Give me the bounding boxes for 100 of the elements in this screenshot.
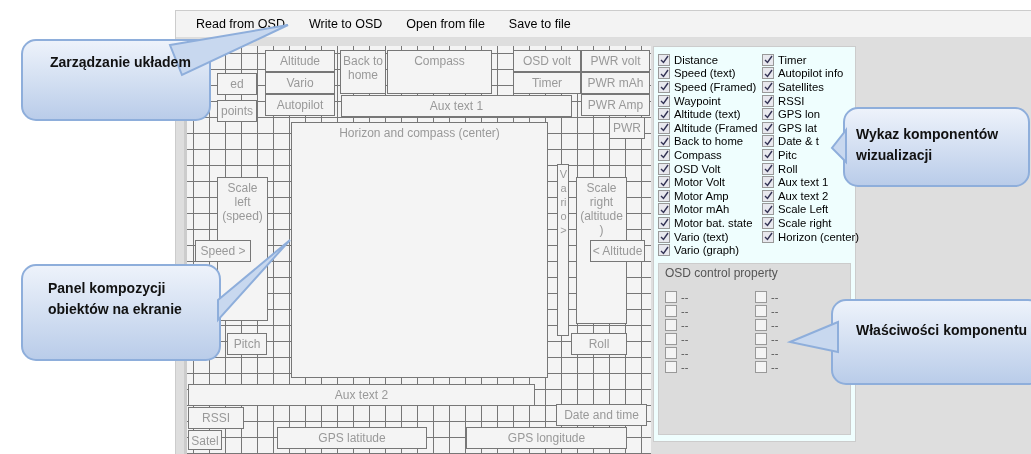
checkbox[interactable]	[658, 121, 670, 134]
osd-element[interactable]: PWR mAh	[581, 72, 650, 94]
checkbox-label: OSD Volt	[674, 162, 721, 175]
checkbox-label: Distance	[674, 53, 718, 66]
osd-element[interactable]: PWR	[609, 117, 645, 139]
checkbox-label: Timer	[778, 53, 807, 66]
osd-element[interactable]: RSSI	[188, 407, 244, 429]
osd-element[interactable]: Timer	[513, 72, 581, 94]
checkbox[interactable]	[762, 121, 774, 134]
checkbox-label: RSSI	[778, 94, 805, 107]
checkbox-label: Date & t	[778, 135, 819, 148]
checkbox[interactable]	[658, 148, 670, 161]
checkbox[interactable]	[755, 290, 767, 303]
checkbox-label: GPS lon	[778, 108, 821, 121]
checkbox[interactable]	[665, 318, 677, 331]
checkbox[interactable]	[762, 230, 774, 243]
osd-element[interactable]: points	[217, 100, 257, 122]
callout-text: Wykaz komponentów wizualizacji	[856, 125, 1000, 165]
checkbox[interactable]	[762, 94, 774, 107]
checkbox[interactable]	[755, 346, 767, 359]
checkbox[interactable]	[665, 360, 677, 373]
checkbox-label: Satellites	[778, 81, 824, 93]
checkbox-label: Motor mAh	[674, 203, 730, 216]
checkbox[interactable]	[755, 360, 767, 373]
checkbox-label: --	[681, 332, 689, 345]
checkbox[interactable]	[762, 189, 774, 202]
checkbox-label: --	[771, 318, 779, 331]
checkbox[interactable]	[658, 216, 670, 229]
checkbox[interactable]	[762, 176, 774, 189]
checkbox-label: Vario (graph)	[674, 244, 740, 257]
checkbox[interactable]	[658, 203, 670, 216]
checkbox-label: Back to home	[674, 135, 744, 148]
osd-element[interactable]: Altitude	[265, 50, 335, 72]
osd-element[interactable]: PWR Amp	[581, 94, 650, 116]
osd-element[interactable]: Aux text 2	[188, 384, 535, 406]
checkbox-label: Vario (text)	[674, 230, 729, 243]
osd-element[interactable]: Roll	[571, 333, 627, 355]
checkbox[interactable]	[658, 162, 670, 175]
checkbox[interactable]	[762, 81, 774, 93]
checkbox[interactable]	[762, 108, 774, 121]
osd-element[interactable]: Back to home	[340, 50, 386, 94]
osd-element[interactable]: Satel	[188, 430, 222, 450]
osd-element[interactable]: < Altitude	[590, 240, 645, 262]
checkbox-label: --	[681, 360, 689, 373]
checkbox[interactable]	[762, 162, 774, 175]
checkbox[interactable]	[762, 203, 774, 216]
checkbox[interactable]	[658, 53, 670, 66]
checkbox-label: --	[681, 290, 689, 303]
osd-element[interactable]: Vario >	[557, 164, 569, 336]
osd-element[interactable]: Autopilot	[265, 94, 335, 116]
checkbox-label: --	[771, 290, 779, 303]
checkbox[interactable]	[658, 244, 670, 257]
checkbox[interactable]	[658, 108, 670, 121]
checkbox[interactable]	[665, 304, 677, 317]
checkbox-label: --	[681, 304, 689, 317]
osd-element[interactable]: Pitch	[227, 333, 267, 355]
checkbox-label: Aux text 1	[778, 176, 829, 189]
osd-element[interactable]: GPS longitude	[466, 427, 627, 449]
checkbox-label: Pitc	[778, 148, 797, 161]
checkbox[interactable]	[665, 346, 677, 359]
checkbox-label: Waypoint	[674, 94, 721, 107]
checkbox[interactable]	[762, 216, 774, 229]
checkbox-label: Motor Volt	[674, 176, 725, 189]
osd-element[interactable]: Compass	[387, 50, 492, 94]
osd-element[interactable]: Vario	[265, 72, 335, 94]
menu-item[interactable]: Write to OSD	[298, 17, 393, 31]
osd-element[interactable]: ed	[217, 73, 257, 95]
checkbox[interactable]	[762, 135, 774, 148]
checkbox-label: --	[771, 332, 779, 345]
checkbox-label: GPS lat	[778, 121, 817, 134]
checkbox[interactable]	[658, 230, 670, 243]
checkbox[interactable]	[658, 189, 670, 202]
checkbox[interactable]	[665, 332, 677, 345]
checkbox[interactable]	[665, 290, 677, 303]
osd-element[interactable]: Date and time	[556, 404, 647, 426]
checkbox[interactable]	[658, 176, 670, 189]
checkbox-label: Scale Left	[778, 203, 829, 216]
checkbox[interactable]	[762, 67, 774, 80]
checkbox[interactable]	[755, 318, 767, 331]
checkbox[interactable]	[658, 67, 670, 80]
osd-element[interactable]: OSD volt	[513, 50, 581, 72]
osd-element[interactable]: Aux text 1	[341, 95, 572, 117]
osd-element[interactable]: GPS latitude	[277, 427, 427, 449]
checkbox-label: Aux text 2	[778, 189, 829, 202]
checkbox-label: Scale right	[778, 216, 832, 229]
checkbox[interactable]	[755, 304, 767, 317]
checkbox-label: Autopilot info	[778, 67, 844, 80]
checkbox[interactable]	[762, 53, 774, 66]
checkbox[interactable]	[658, 94, 670, 107]
checkbox[interactable]	[762, 148, 774, 161]
checkbox[interactable]	[658, 135, 670, 148]
checkbox[interactable]	[755, 332, 767, 345]
menu-item[interactable]: Open from file	[396, 17, 495, 31]
checkbox-label: Motor Amp	[674, 189, 729, 202]
checkbox-label: --	[771, 304, 779, 317]
osd-element[interactable]: Horizon and compass (center)	[291, 122, 548, 378]
osd-element[interactable]: Speed >	[195, 240, 251, 262]
menu-item[interactable]: Save to file	[498, 17, 581, 31]
checkbox[interactable]	[658, 81, 670, 93]
osd-element[interactable]: PWR volt	[581, 50, 650, 72]
